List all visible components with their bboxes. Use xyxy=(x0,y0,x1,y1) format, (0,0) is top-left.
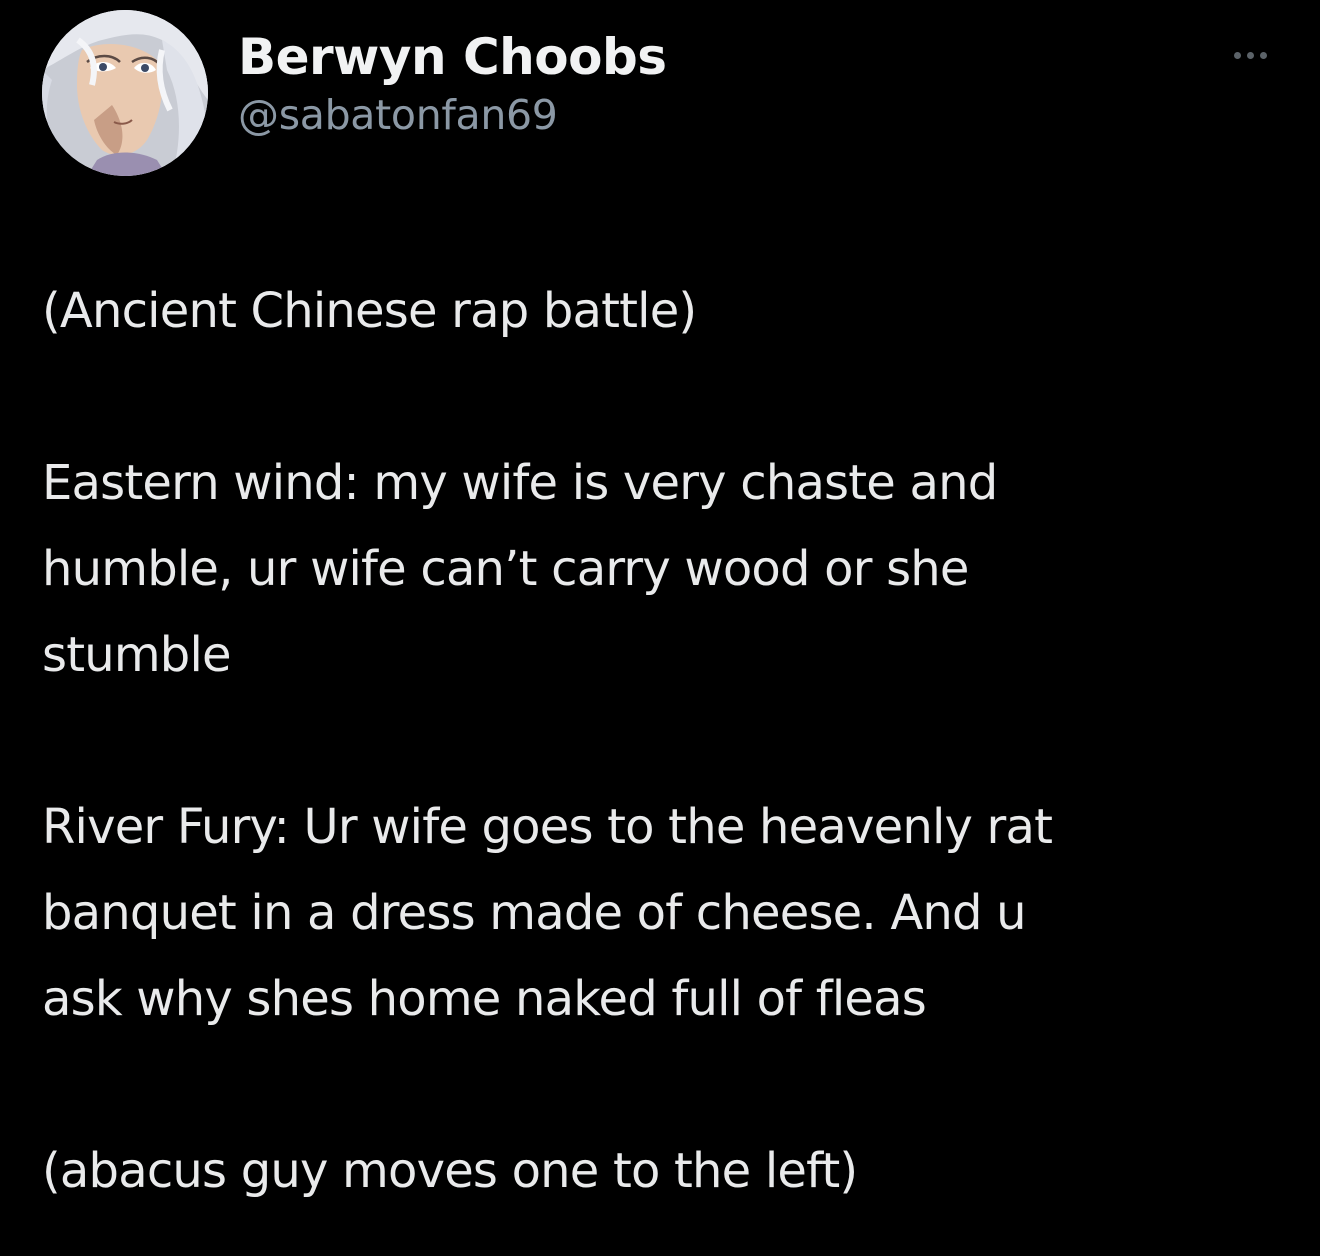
tweet-line: ask why shes home naked full of fleas xyxy=(42,971,927,1027)
tweet-body: (Ancient Chinese rap battle) Eastern win… xyxy=(42,268,1282,1214)
tweet-line: (Ancient Chinese rap battle) xyxy=(42,283,697,339)
anime-character-avatar-icon xyxy=(42,10,208,176)
author-identity: Berwyn Choobs @sabatonfan69 xyxy=(238,26,667,142)
tweet-header: Berwyn Choobs @sabatonfan69 xyxy=(42,10,1278,176)
avatar[interactable] xyxy=(42,10,208,176)
tweet-paragraph-4: (abacus guy moves one to the left) xyxy=(42,1128,1282,1214)
author-handle[interactable]: @sabatonfan69 xyxy=(238,88,667,142)
tweet-paragraph-2: Eastern wind: my wife is very chaste and… xyxy=(42,440,1282,698)
tweet-line: humble, ur wife can’t carry wood or she xyxy=(42,541,969,597)
tweet-line: banquet in a dress made of cheese. And u xyxy=(42,885,1027,941)
tweet-line: Eastern wind: my wife is very chaste and xyxy=(42,455,998,511)
tweet-paragraph-3: River Fury: Ur wife goes to the heavenly… xyxy=(42,784,1282,1042)
tweet-card: Berwyn Choobs @sabatonfan69 (Ancient Chi… xyxy=(0,0,1320,1256)
more-dot xyxy=(1259,51,1267,59)
tweet-line: stumble xyxy=(42,627,232,683)
more-dot xyxy=(1233,51,1241,59)
more-dot xyxy=(1246,51,1254,59)
author-display-name[interactable]: Berwyn Choobs xyxy=(238,26,667,88)
tweet-paragraph-1: (Ancient Chinese rap battle) xyxy=(42,268,1282,354)
tweet-line: (abacus guy moves one to the left) xyxy=(42,1143,858,1199)
tweet-line: River Fury: Ur wife goes to the heavenly… xyxy=(42,799,1053,855)
more-options-icon[interactable] xyxy=(1222,42,1278,68)
